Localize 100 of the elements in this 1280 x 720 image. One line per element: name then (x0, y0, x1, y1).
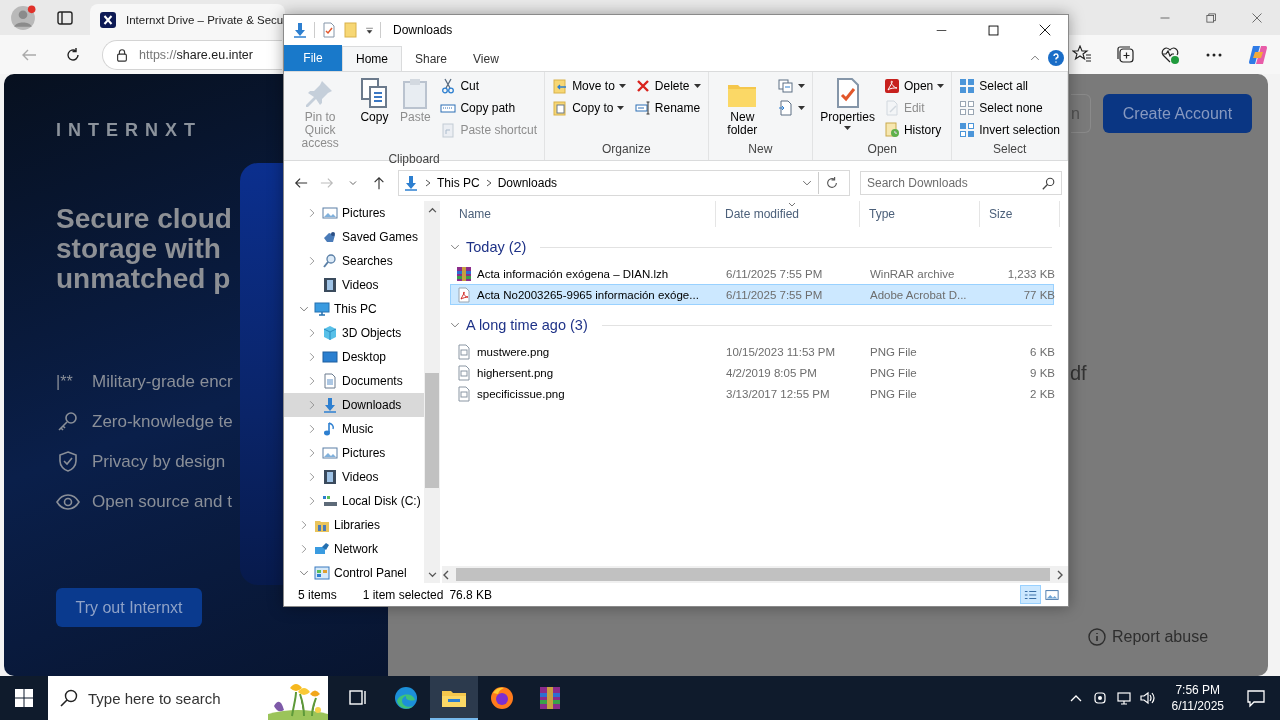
task-view-icon (348, 688, 368, 708)
shield-icon (56, 450, 80, 474)
edit-icon (883, 100, 900, 116)
ribbon-button[interactable]: Delete (631, 75, 704, 97)
nav-item[interactable]: 3D Objects (284, 321, 424, 345)
group-label: Organize (600, 142, 652, 158)
ribbon-button[interactable]: Open (880, 75, 948, 97)
scrollbar[interactable] (424, 201, 440, 583)
tab-actions-icon (57, 9, 73, 26)
file-row[interactable]: Acta No2003265-9965 información exóge... 6/11/2025 7:55 PM Adobe Acrobat D... 77 KB (450, 284, 1054, 305)
ribbon-button[interactable]: Cut (437, 75, 541, 97)
copilot-icon (1247, 43, 1269, 66)
more-icon (1206, 52, 1222, 57)
file-name-text: df (1070, 362, 1087, 384)
file-row[interactable]: specificissue.png 3/13/2017 12:55 PM PNG File 2 KB (450, 383, 1054, 404)
group-header[interactable]: Today (2) (450, 235, 1052, 259)
url-field[interactable]: https://share.eu.inter (102, 39, 282, 70)
ribbon-button[interactable]: Select all (956, 75, 1063, 97)
expand-icon (307, 376, 317, 386)
ribbon-button[interactable]: History (880, 119, 948, 141)
breadcrumb[interactable]: This PC (437, 176, 480, 190)
image-file-icon (456, 343, 472, 360)
computer-icon (314, 301, 330, 317)
ribbon-button[interactable]: Copy path (437, 97, 541, 119)
ribbon-button[interactable]: Select none (956, 97, 1063, 119)
nav-item[interactable]: Pictures (284, 441, 424, 465)
taskbar-search-field[interactable]: Type here to search (48, 676, 328, 720)
shortcut-icon (440, 122, 457, 138)
cube-icon (322, 325, 338, 341)
taskbar-app[interactable] (430, 676, 478, 720)
nav-item[interactable]: Videos (284, 273, 424, 297)
column-header[interactable]: Type (860, 201, 980, 227)
ribbon-button[interactable]: Properties (817, 75, 878, 142)
ribbon-button[interactable]: Copy (355, 75, 394, 152)
collections-icon (1116, 44, 1136, 65)
folder-icon (343, 22, 359, 38)
nav-item[interactable]: Downloads (284, 393, 424, 417)
file-row[interactable]: mustwere.png 10/15/2023 11:53 PM PNG File 6 KB (450, 341, 1054, 362)
grid-icon (959, 78, 976, 94)
brand-wordmark: INTERNXT (56, 120, 202, 141)
column-header[interactable]: Size (980, 201, 1060, 227)
nav-item[interactable]: Desktop (284, 345, 424, 369)
expand-icon (299, 544, 309, 554)
document-icon (322, 373, 338, 389)
search-field[interactable]: Search Downloads (860, 171, 1062, 195)
details-view-icon (1023, 588, 1038, 601)
nav-item[interactable]: Control Panel (284, 561, 424, 583)
ribbon-button[interactable]: Invert selection (956, 119, 1063, 141)
column-header[interactable]: Name (450, 201, 716, 227)
restore-icon (1205, 11, 1217, 24)
ribbon-button[interactable]: New folder (712, 75, 773, 142)
nav-item[interactable]: Network (284, 537, 424, 561)
file-name: specificissue.png (477, 387, 565, 400)
expand-icon (307, 208, 317, 218)
date-cell-text: 3/13/2017 12:55 PM (725, 387, 831, 400)
horizontal-scrollbar[interactable] (442, 566, 1068, 583)
view-button[interactable] (1020, 585, 1041, 604)
help-icon (1048, 50, 1064, 66)
nav-item[interactable]: This PC (284, 297, 424, 321)
ribbon-button[interactable]: Copy to (549, 97, 629, 119)
empty-grid-icon (959, 100, 976, 116)
clock-date: 6/11/2025 (1171, 698, 1224, 714)
nav-item[interactable]: Local Disk (C:) (284, 489, 424, 513)
drive-icon (322, 493, 338, 509)
nav-item[interactable]: Libraries (284, 513, 424, 537)
create-account-button[interactable]: Create Account (1103, 94, 1252, 133)
nav-item[interactable]: Documents (284, 369, 424, 393)
expand-icon (299, 520, 309, 530)
browser-tab[interactable]: Internxt Drive – Private & Secu (90, 4, 285, 35)
nav-item[interactable]: Videos (284, 465, 424, 489)
nav-item[interactable]: Music (284, 417, 424, 441)
ribbon-button[interactable]: Move to (549, 75, 629, 97)
ribbon-tab[interactable]: File (284, 45, 342, 71)
document-icon (778, 100, 795, 116)
back-arrow-icon (294, 176, 308, 190)
delete-icon (634, 78, 651, 94)
nav-item[interactable]: Searches (284, 249, 424, 273)
ribbon-tab[interactable]: Home (342, 46, 402, 71)
try-button[interactable]: Try out Internxt (56, 588, 202, 627)
file-row[interactable]: Acta información exógena – DIAN.lzh 6/11/2025 7:55 PM WinRAR archive 1,233 KB (450, 263, 1054, 284)
pictures-icon (322, 445, 338, 461)
nav-item[interactable]: Pictures (284, 201, 424, 225)
ribbon-tab[interactable]: View (460, 46, 512, 71)
address-bar[interactable]: This PC Downloads (398, 170, 850, 196)
column-header[interactable]: Date modified (716, 201, 860, 227)
nav-item[interactable]: Saved Games (284, 225, 424, 249)
ribbon-tab[interactable]: Share (402, 46, 461, 71)
type-cell-text: Adobe Acrobat D... (869, 288, 968, 301)
windows-icon (15, 689, 33, 707)
file-row[interactable]: highersent.png 4/2/2019 8:05 PM PNG File 9 KB (450, 362, 1054, 383)
group-header[interactable]: A long time ago (3) (450, 313, 1052, 337)
ribbon-button[interactable]: Rename (631, 97, 704, 119)
type-cell-text: PNG File (869, 345, 918, 358)
feature-text: Open source and t (92, 492, 232, 512)
close-icon (1039, 24, 1051, 36)
feature-glyph: |** (56, 373, 74, 391)
expand-icon (307, 352, 317, 362)
tab-title: Internxt Drive – Private & Secu (126, 13, 284, 26)
collapse-icon (450, 320, 460, 330)
breadcrumb[interactable]: Downloads (497, 176, 558, 190)
